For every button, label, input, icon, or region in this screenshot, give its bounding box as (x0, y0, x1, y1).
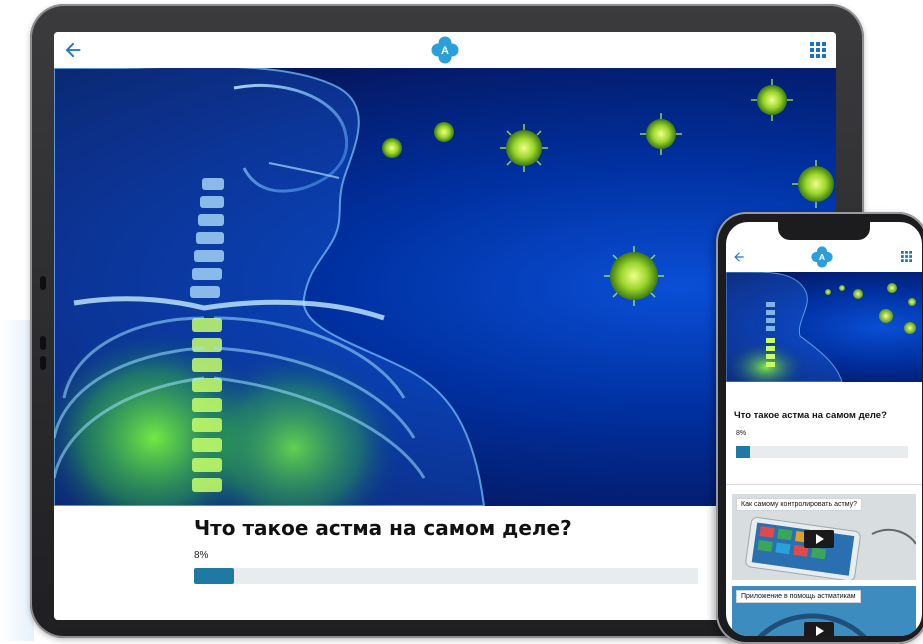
phone-app-header: A (726, 242, 922, 272)
lesson-title: Что такое астма на самом деле? (194, 516, 572, 540)
phone-screen: A Что такое астма на самом деле? 8% Как … (726, 222, 922, 636)
logo-letter: A (441, 45, 449, 57)
video-card-title: Приложение в помощь астматикам (736, 590, 861, 603)
progress-percent: 8% (736, 430, 747, 437)
progress-percent: 8% (194, 550, 209, 561)
grid-menu-icon[interactable] (810, 42, 826, 58)
play-button[interactable] (804, 622, 834, 636)
play-button[interactable] (804, 530, 834, 548)
arrow-left-icon[interactable] (732, 250, 746, 264)
progress-bar (194, 568, 698, 584)
divider (726, 484, 922, 485)
app-header: A (54, 32, 836, 68)
phone-device: A Что такое астма на самом деле? 8% Как … (716, 212, 923, 644)
hero-image-lungs-virus (726, 272, 922, 382)
logo-letter: A (819, 252, 825, 262)
background-glow (0, 320, 34, 641)
grid-menu-icon[interactable] (901, 251, 912, 262)
video-card[interactable]: Как самому контролировать астму? (732, 494, 916, 580)
phone-notch (778, 222, 870, 240)
tablet-side-button (40, 276, 46, 290)
tablet-side-button (40, 336, 46, 350)
video-card[interactable]: Приложение в помощь астматикам (732, 586, 916, 636)
video-card-title: Как самому контролировать астму? (736, 498, 862, 511)
app-logo: A (811, 246, 833, 268)
tablet-side-button (40, 356, 46, 370)
lesson-title: Что такое астма на самом деле? (734, 410, 887, 421)
progress-bar-fill (194, 568, 235, 584)
progress-bar (736, 446, 908, 458)
progress-bar-fill (736, 446, 750, 458)
arrow-left-icon[interactable] (62, 39, 84, 61)
app-logo: A (431, 36, 459, 64)
